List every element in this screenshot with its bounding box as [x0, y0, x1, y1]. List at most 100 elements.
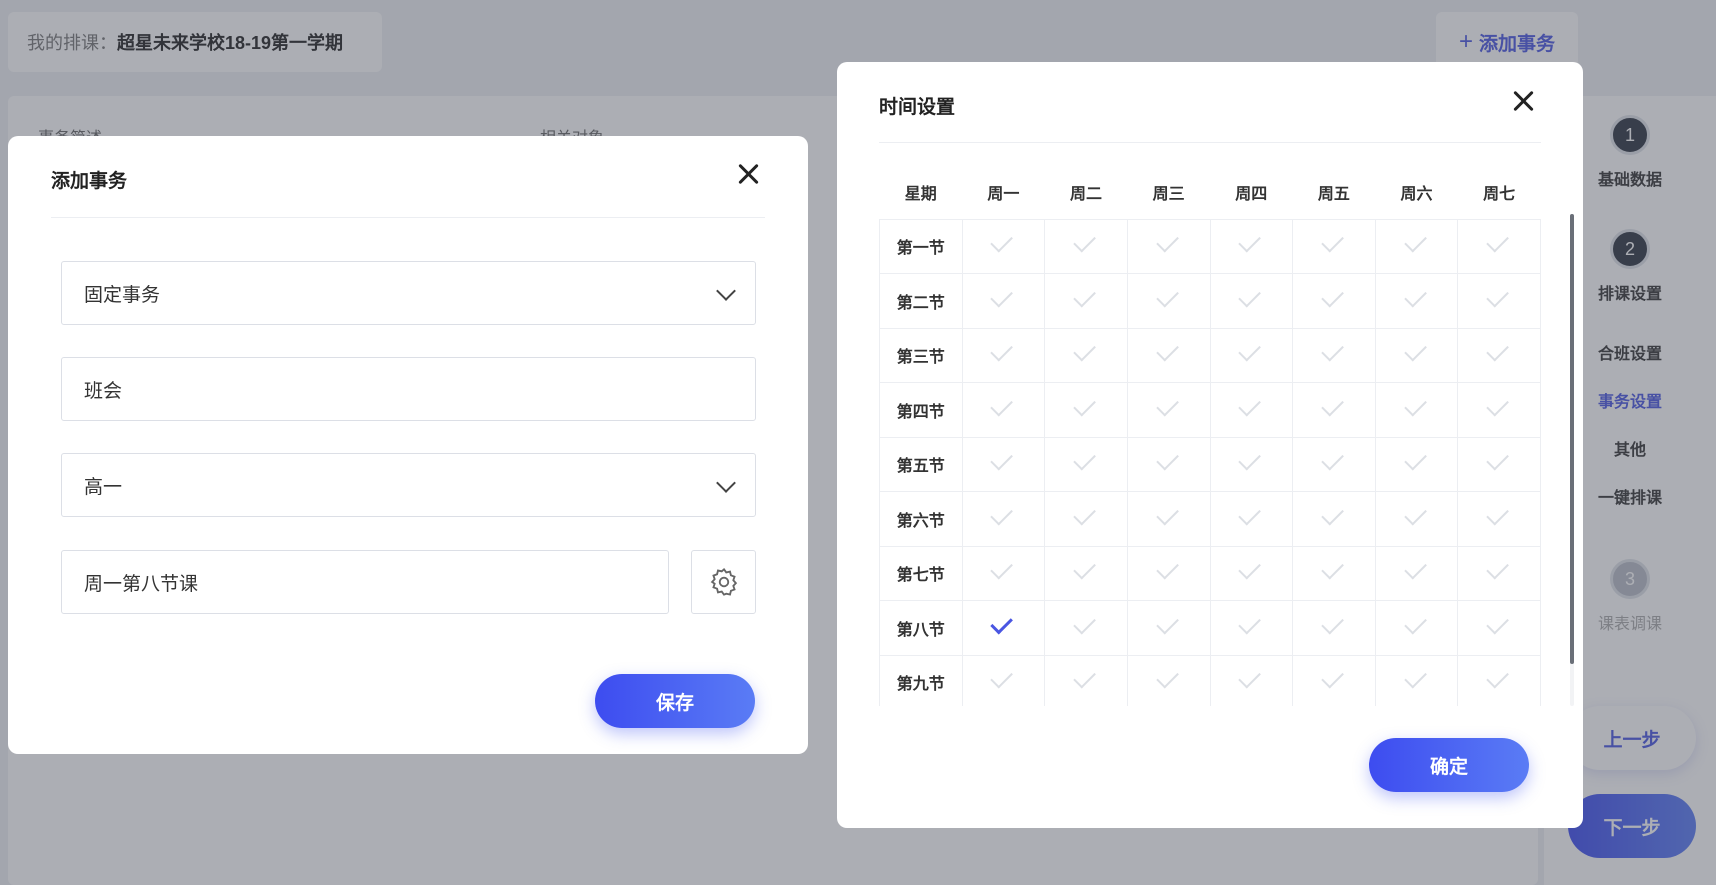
time-slot-cell[interactable]: [1126, 654, 1211, 706]
time-slot-cell[interactable]: [1457, 218, 1541, 274]
time-slot-cell[interactable]: [1044, 654, 1128, 706]
time-slot-cell[interactable]: [1044, 218, 1128, 274]
time-slot-cell[interactable]: [1044, 545, 1128, 601]
check-icon: [1073, 502, 1096, 526]
time-slot-cell[interactable]: [1374, 600, 1459, 656]
time-slot-cell[interactable]: [1209, 600, 1294, 656]
time-slot-cell[interactable]: [961, 600, 1046, 656]
check-icon: [1238, 284, 1262, 308]
period-label: 第六节: [879, 491, 963, 547]
time-slot-cell[interactable]: [1292, 382, 1376, 438]
time-slot-cell[interactable]: [961, 382, 1046, 438]
time-slot-cell[interactable]: [1374, 654, 1459, 706]
time-slot-cell[interactable]: [1374, 545, 1459, 601]
time-slot-cell[interactable]: [1292, 327, 1376, 383]
time-slot-cell[interactable]: [1126, 218, 1211, 274]
check-icon: [1403, 666, 1427, 689]
check-icon: [1238, 611, 1262, 635]
time-slot-cell[interactable]: [1374, 382, 1459, 438]
check-icon: [1486, 284, 1510, 308]
time-slot-cell[interactable]: [1374, 491, 1459, 547]
time-slot-cell[interactable]: [1374, 436, 1459, 492]
time-slot-cell[interactable]: [1044, 600, 1128, 656]
time-slot-cell[interactable]: [961, 491, 1046, 547]
scrollbar-thumb[interactable]: [1570, 214, 1574, 664]
add-affair-dialog: 添加事务 固定事务 班会 高一 周一第八节课 保存: [8, 136, 808, 754]
time-slot-cell[interactable]: [1457, 491, 1541, 547]
time-slot-cell[interactable]: [1209, 545, 1294, 601]
time-slot-cell[interactable]: [1292, 273, 1376, 329]
check-icon: [990, 230, 1014, 253]
check-icon: [990, 557, 1014, 580]
time-slot-cell[interactable]: [1044, 327, 1128, 383]
day-header: 周四: [1235, 185, 1268, 203]
check-icon: [1321, 557, 1344, 580]
time-slot-cell[interactable]: [1292, 600, 1376, 656]
time-slot-cell[interactable]: [1209, 436, 1294, 492]
time-slot-cell[interactable]: [1292, 545, 1376, 601]
affair-name-input[interactable]: 班会: [61, 357, 756, 421]
time-slot-cell[interactable]: [1292, 491, 1376, 547]
time-slot-cell[interactable]: [1209, 382, 1294, 438]
check-icon: [1073, 666, 1096, 689]
time-slot-cell[interactable]: [1126, 491, 1211, 547]
period-label: 第五节: [879, 436, 963, 492]
close-icon[interactable]: [1510, 88, 1536, 114]
time-slot-cell[interactable]: [1209, 491, 1294, 547]
time-slot-cell[interactable]: [1044, 273, 1128, 329]
time-slot-cell[interactable]: [1457, 382, 1541, 438]
time-slot-cell[interactable]: [961, 545, 1046, 601]
time-slot-cell[interactable]: [1457, 600, 1541, 656]
time-slot-cell[interactable]: [1044, 436, 1128, 492]
time-slot-cell[interactable]: [1457, 654, 1541, 706]
time-slot-cell[interactable]: [1126, 273, 1211, 329]
time-slot-cell[interactable]: [1374, 218, 1459, 274]
save-button[interactable]: 保存: [595, 674, 755, 728]
period-row: 第六节: [879, 491, 1541, 547]
time-slot-cell[interactable]: [961, 436, 1046, 492]
check-icon: [990, 339, 1014, 362]
time-slot-cell[interactable]: [1209, 327, 1294, 383]
time-slot-cell[interactable]: [1209, 654, 1294, 706]
time-slot-cell[interactable]: [1209, 218, 1294, 274]
time-slot-cell[interactable]: [1457, 273, 1541, 329]
time-slot-cell[interactable]: [1457, 327, 1541, 383]
close-icon[interactable]: [735, 161, 761, 187]
time-slot-cell[interactable]: [961, 273, 1046, 329]
time-slot-cell[interactable]: [1126, 436, 1211, 492]
period-row: 第五节: [879, 436, 1541, 492]
time-slot-cell[interactable]: [1374, 273, 1459, 329]
period-row: 第四节: [879, 382, 1541, 438]
time-slot-cell[interactable]: [1292, 218, 1376, 274]
check-icon: [1403, 448, 1427, 471]
time-slot-cell[interactable]: [1292, 436, 1376, 492]
time-slot-cell[interactable]: [1374, 327, 1459, 383]
time-slot-cell[interactable]: [1209, 273, 1294, 329]
check-icon: [990, 666, 1014, 689]
time-slot-cell[interactable]: [1126, 327, 1211, 383]
period-row: 第一节: [879, 218, 1541, 274]
check-icon: [1403, 557, 1427, 580]
grade-select[interactable]: 高一: [61, 453, 756, 517]
time-slot-cell[interactable]: [961, 654, 1046, 706]
affair-type-select[interactable]: 固定事务: [61, 261, 756, 325]
time-slot-cell[interactable]: [1126, 382, 1211, 438]
time-slot-cell[interactable]: [1457, 436, 1541, 492]
check-icon: [1321, 284, 1344, 308]
time-slot-cell[interactable]: [1044, 382, 1128, 438]
check-icon: [1321, 611, 1344, 635]
time-slot-cell[interactable]: [961, 218, 1046, 274]
time-slot-cell[interactable]: [1457, 545, 1541, 601]
check-icon: [1321, 339, 1344, 362]
period-row: 第三节: [879, 327, 1541, 383]
time-slot-cell[interactable]: [1044, 491, 1128, 547]
time-slot-cell[interactable]: [1292, 654, 1376, 706]
time-input[interactable]: 周一第八节课: [61, 550, 669, 614]
confirm-button[interactable]: 确定: [1369, 738, 1529, 792]
time-settings-button[interactable]: [691, 550, 756, 614]
check-icon: [1403, 230, 1427, 253]
time-slot-cell[interactable]: [961, 327, 1046, 383]
check-icon: [1238, 393, 1262, 417]
time-slot-cell[interactable]: [1126, 545, 1211, 601]
time-slot-cell[interactable]: [1126, 600, 1211, 656]
